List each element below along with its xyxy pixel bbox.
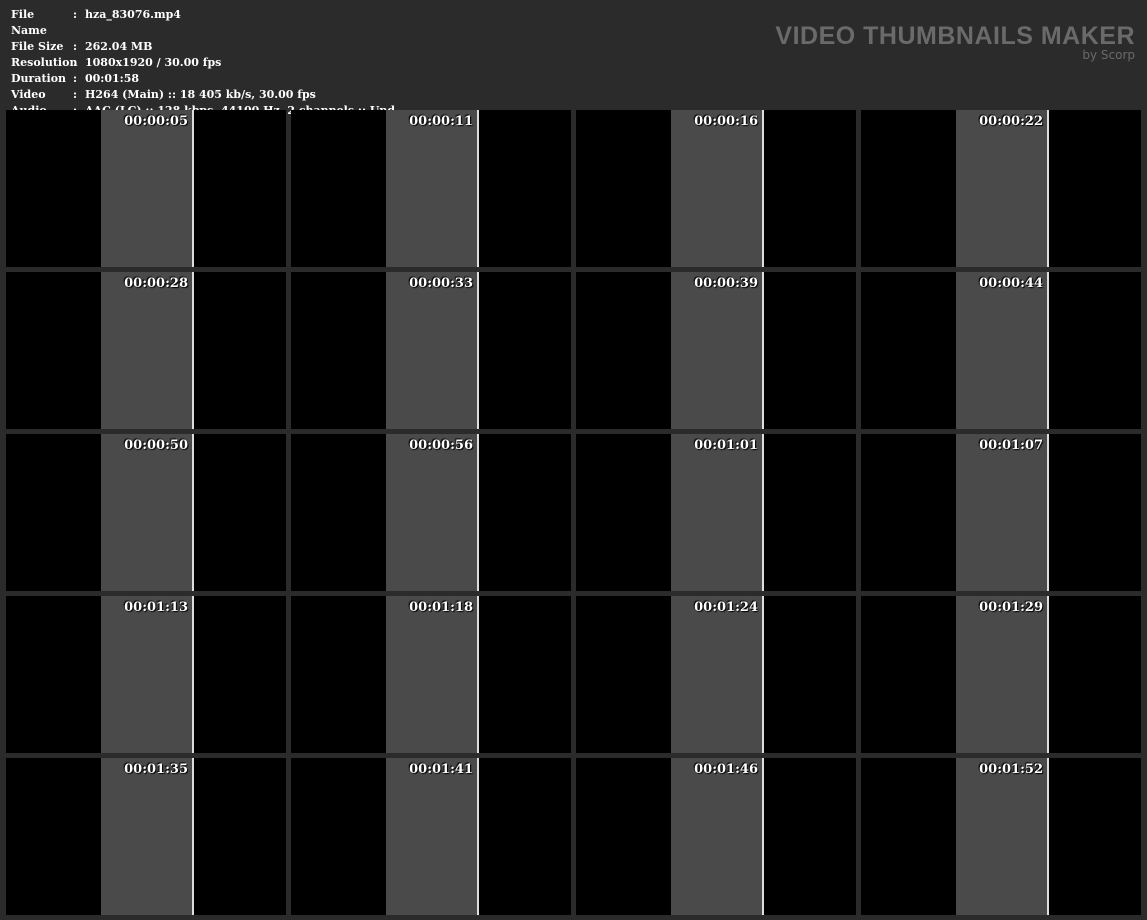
thumbnail-frame [671, 110, 764, 267]
timestamp: 00:00:11 [409, 114, 473, 129]
thumbnail-grid: 00:00:05 00:00:11 00:00:16 00:00:22 00:00:28… [6, 110, 1141, 915]
header: File Name: hza_83076.mp4 File Size:262.04 … [0, 0, 1147, 117]
thumbnail-cell: 00:00:44 [861, 272, 1141, 429]
timestamp: 00:01:01 [694, 438, 758, 453]
timestamp: 00:00:16 [694, 114, 758, 129]
timestamp: 00:01:41 [409, 762, 473, 777]
timestamp: 00:01:52 [979, 762, 1043, 777]
thumbnail-cell: 00:01:18 [291, 596, 571, 753]
thumbnail-cell: 00:01:01 [576, 434, 856, 591]
thumbnail-frame [101, 434, 194, 591]
info-separator: : [73, 40, 78, 53]
thumbnail-frame [101, 110, 194, 267]
timestamp: 00:00:28 [124, 276, 188, 291]
thumbnail-frame [671, 596, 764, 753]
thumbnail-cell: 00:00:28 [6, 272, 286, 429]
thumbnail-frame [956, 272, 1049, 429]
thumbnail-frame [671, 758, 764, 915]
thumbnail-cell: 00:00:05 [6, 110, 286, 267]
thumbnail-frame [671, 434, 764, 591]
thumbnail-cell: 00:00:50 [6, 434, 286, 591]
timestamp: 00:01:29 [979, 600, 1043, 615]
timestamp: 00:01:46 [694, 762, 758, 777]
thumbnail-frame [386, 110, 479, 267]
brand-title: VIDEO THUMBNAILS MAKER [775, 22, 1135, 50]
info-key: Video [11, 88, 46, 101]
info-separator: : [73, 88, 78, 101]
thumbnail-frame [671, 272, 764, 429]
info-row: Resolution:1080x1920 / 30.00 fps [11, 55, 395, 71]
info-value: hza_83076.mp4 [85, 8, 181, 21]
thumbnail-cell: 00:01:24 [576, 596, 856, 753]
thumbnail-frame [386, 272, 479, 429]
info-value: 262.04 MB [85, 40, 153, 53]
info-row: File Name: hza_83076.mp4 [11, 7, 395, 39]
thumbnail-cell: 00:01:52 [861, 758, 1141, 915]
thumbnail-cell: 00:00:39 [576, 272, 856, 429]
thumbnail-frame [956, 758, 1049, 915]
timestamp: 00:01:07 [979, 438, 1043, 453]
thumbnail-frame [956, 110, 1049, 267]
thumbnail-frame [101, 596, 194, 753]
thumbnail-frame [956, 434, 1049, 591]
info-key: File Size [11, 40, 64, 53]
info-value: H264 (Main) :: 18 405 kb/s, 30.00 fps [85, 88, 316, 101]
thumbnail-cell: 00:01:29 [861, 596, 1141, 753]
thumbnail-frame [386, 434, 479, 591]
thumbnail-frame [101, 272, 194, 429]
thumbnail-frame [386, 758, 479, 915]
thumbnail-cell: 00:01:35 [6, 758, 286, 915]
timestamp: 00:01:13 [124, 600, 188, 615]
thumbnail-cell: 00:00:33 [291, 272, 571, 429]
timestamp: 00:00:44 [979, 276, 1043, 291]
brand-watermark: VIDEO THUMBNAILS MAKER by Scorp [775, 22, 1135, 62]
timestamp: 00:01:35 [124, 762, 188, 777]
thumbnail-frame [386, 596, 479, 753]
file-info: File Name: hza_83076.mp4 File Size:262.04 … [11, 7, 395, 119]
info-value: 00:01:58 [85, 72, 140, 85]
thumbnail-cell: 00:01:46 [576, 758, 856, 915]
timestamp: 00:00:22 [979, 114, 1043, 129]
thumbnail-frame [101, 758, 194, 915]
thumbnail-cell: 00:01:07 [861, 434, 1141, 591]
timestamp: 00:00:05 [124, 114, 188, 129]
info-separator: : [73, 72, 78, 85]
thumbnail-cell: 00:01:13 [6, 596, 286, 753]
thumbnail-frame [956, 596, 1049, 753]
timestamp: 00:00:50 [124, 438, 188, 453]
info-separator: : [73, 8, 78, 21]
timestamp: 00:01:24 [694, 600, 758, 615]
info-row: File Size:262.04 MB [11, 39, 395, 55]
info-key: File Name [11, 8, 47, 37]
timestamp: 00:00:39 [694, 276, 758, 291]
timestamp: 00:00:56 [409, 438, 473, 453]
info-value: 1080x1920 / 30.00 fps [85, 56, 222, 69]
info-separator: : [73, 56, 78, 69]
thumbnail-cell: 00:00:11 [291, 110, 571, 267]
info-key: Duration [11, 72, 67, 85]
thumbnail-cell: 00:00:56 [291, 434, 571, 591]
thumbnail-cell: 00:00:22 [861, 110, 1141, 267]
thumbnail-cell: 00:01:41 [291, 758, 571, 915]
info-row: Duration:00:01:58 [11, 71, 395, 87]
timestamp: 00:00:33 [409, 276, 473, 291]
info-key: Resolution [11, 56, 78, 69]
timestamp: 00:01:18 [409, 600, 473, 615]
info-row: Video: H264 (Main) :: 18 405 kb/s, 30.00 … [11, 87, 395, 103]
thumbnail-cell: 00:00:16 [576, 110, 856, 267]
